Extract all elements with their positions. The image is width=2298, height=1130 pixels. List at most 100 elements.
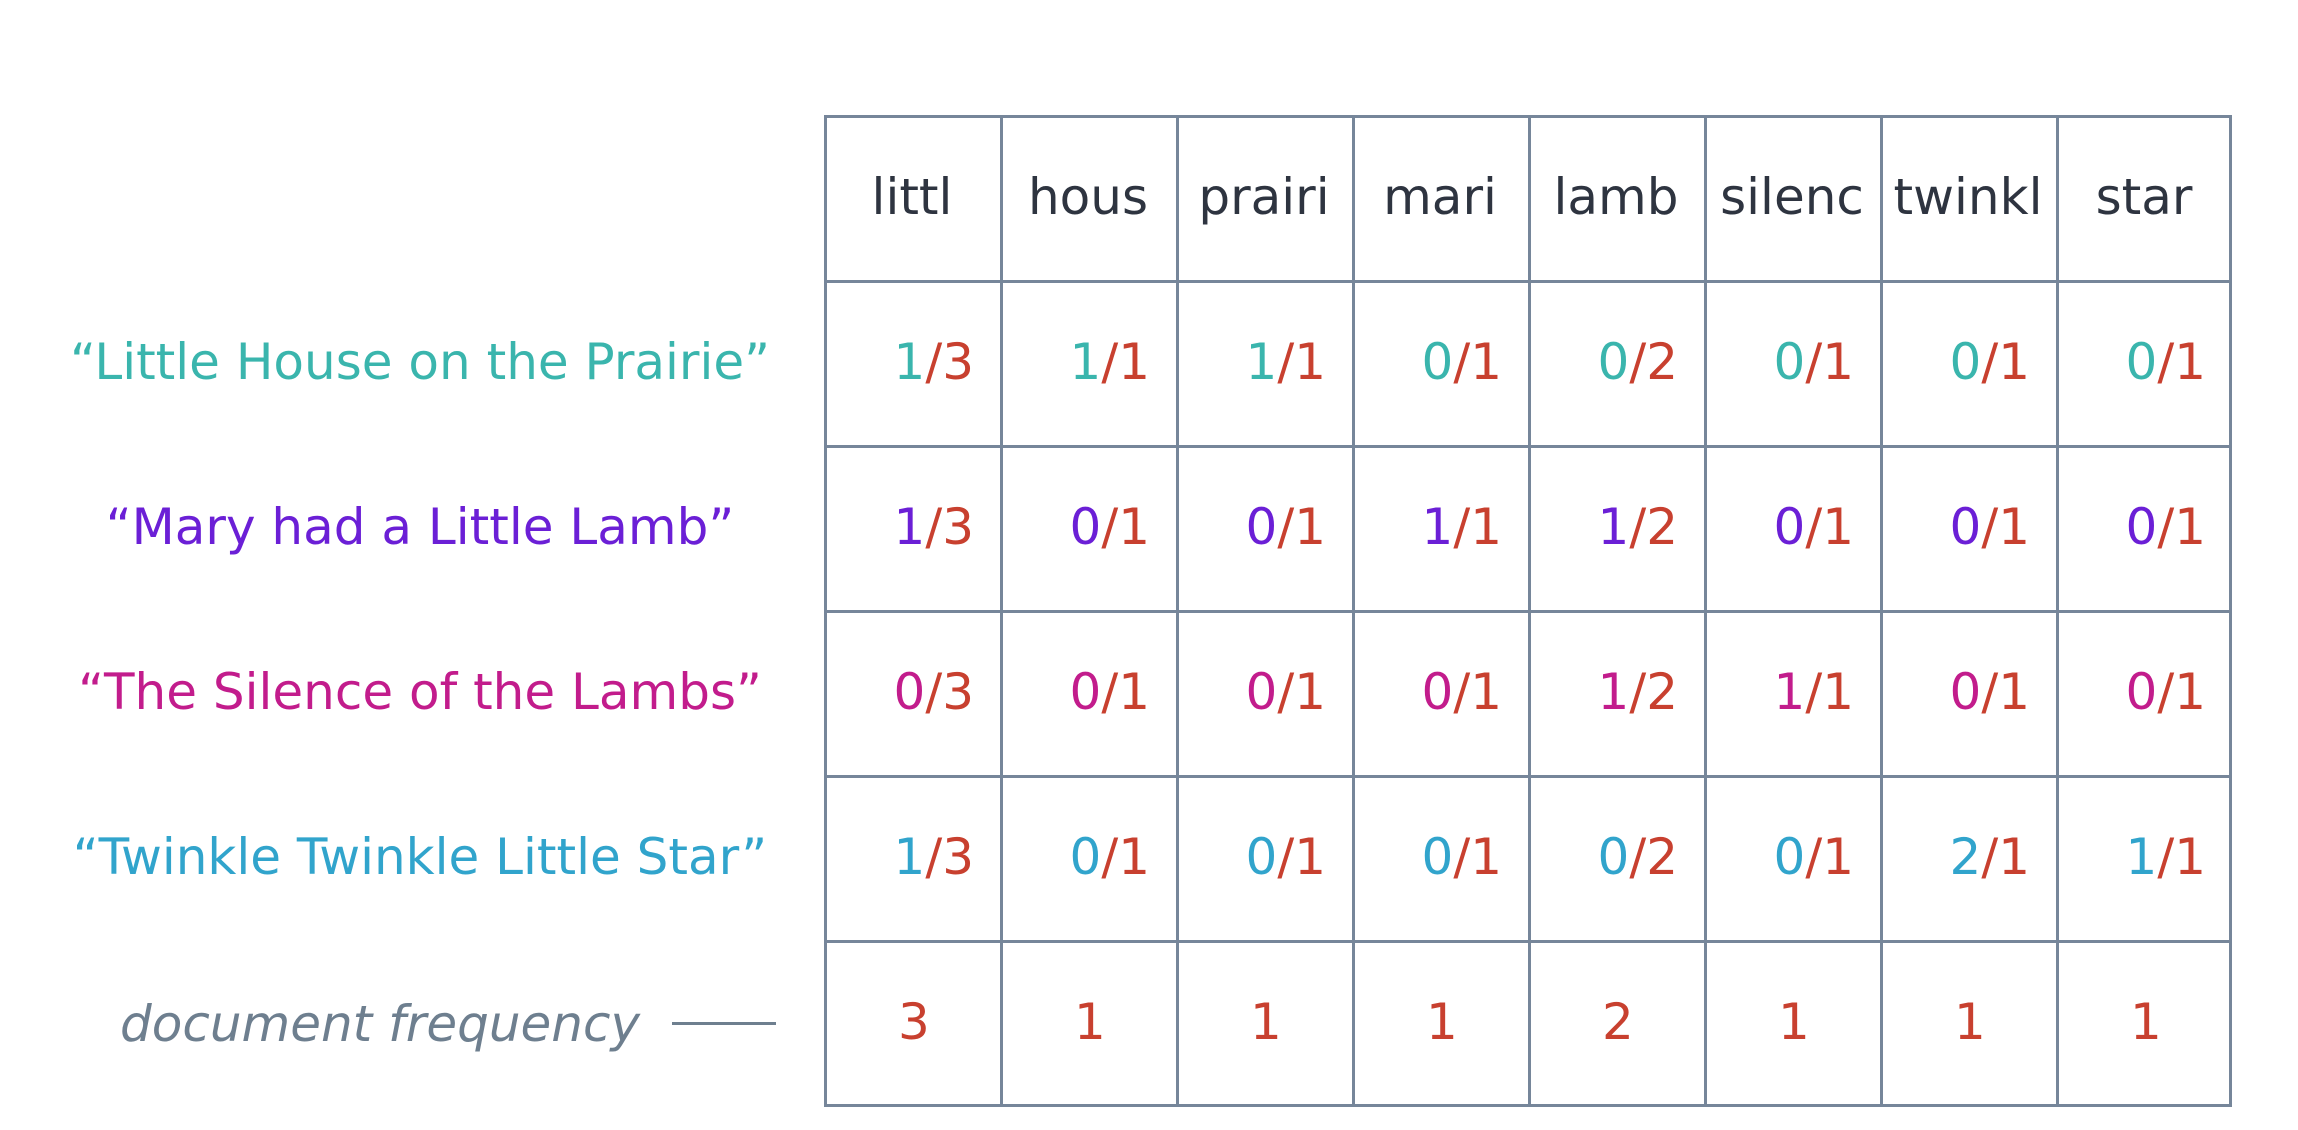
fraction-slash: /: [1805, 828, 1823, 886]
tf-cell: 1/2: [1528, 445, 1704, 610]
tf-count: 1: [893, 498, 926, 556]
tf-count: 0: [1773, 333, 1806, 391]
tf-cell: 0/1: [1352, 280, 1528, 445]
fraction-slash: /: [1101, 498, 1119, 556]
tf-count: 1: [1421, 498, 1454, 556]
fraction-slash: /: [2157, 828, 2175, 886]
tf-count: 2: [1949, 828, 1982, 886]
document-frequency-value: 1: [1250, 993, 1282, 1051]
fraction-slash: /: [1981, 828, 1999, 886]
df-denominator: 1: [1998, 663, 2030, 721]
tf-cell: 0/1: [1000, 610, 1176, 775]
term-header-silenc: silenc: [1720, 168, 1864, 226]
df-denominator: 1: [1470, 498, 1502, 556]
fraction-slash: /: [1277, 333, 1295, 391]
df-denominator: 1: [1118, 828, 1150, 886]
df-denominator: 2: [1646, 333, 1678, 391]
df-denominator: 1: [2174, 663, 2206, 721]
df-denominator: 1: [1998, 828, 2030, 886]
df-denominator: 1: [1294, 828, 1326, 886]
df-denominator: 1: [1470, 828, 1502, 886]
tf-cell: 0/1: [1176, 610, 1352, 775]
df-denominator: 1: [2174, 828, 2206, 886]
tf-count: 0: [1597, 828, 1630, 886]
fraction-slash: /: [1629, 828, 1647, 886]
df-denominator: 2: [1646, 828, 1678, 886]
tf-count: 1: [1597, 498, 1630, 556]
tf-cell: 0/1: [1704, 445, 1880, 610]
document-frequency-value: 1: [2130, 993, 2162, 1051]
fraction-slash: /: [1453, 663, 1471, 721]
fraction-slash: /: [1629, 663, 1647, 721]
document-frequency-value: 1: [1074, 993, 1106, 1051]
fraction-slash: /: [1101, 333, 1119, 391]
fraction-slash: /: [1277, 828, 1295, 886]
tf-count: 0: [1949, 663, 1982, 721]
tf-cell: 0/1: [1176, 775, 1352, 940]
df-denominator: 1: [1822, 663, 1854, 721]
fraction-slash: /: [1981, 498, 1999, 556]
fraction-slash: /: [1805, 663, 1823, 721]
tf-cell: 2/1: [1880, 775, 2056, 940]
document-title: “Mary had a Little Lamb”: [105, 498, 735, 556]
fraction-slash: /: [1277, 498, 1295, 556]
df-denominator: 1: [1294, 333, 1326, 391]
tf-cell: 1/1: [1352, 445, 1528, 610]
df-denominator: 1: [1118, 498, 1150, 556]
tf-count: 1: [1773, 663, 1806, 721]
fraction-slash: /: [1981, 663, 1999, 721]
fraction-slash: /: [925, 498, 943, 556]
tf-count: 0: [1245, 663, 1278, 721]
tf-count: 0: [2125, 333, 2158, 391]
tf-count: 0: [1069, 828, 1102, 886]
fraction-slash: /: [1453, 498, 1471, 556]
tf-count: 0: [1069, 663, 1102, 721]
df-denominator: 3: [942, 828, 974, 886]
tf-count: 1: [1245, 333, 1278, 391]
term-header-lamb: lamb: [1553, 168, 1679, 226]
tf-cell: 1/2: [1528, 610, 1704, 775]
tf-cell: 1/3: [824, 775, 1000, 940]
fraction-slash: /: [925, 333, 943, 391]
df-denominator: 1: [1118, 333, 1150, 391]
fraction-slash: /: [1277, 663, 1295, 721]
tf-cell: 0/1: [1880, 610, 2056, 775]
tf-cell: 1/1: [1704, 610, 1880, 775]
fraction-slash: /: [2157, 663, 2175, 721]
tf-cell: 0/3: [824, 610, 1000, 775]
term-header-littl: littl: [871, 168, 953, 226]
tf-count: 1: [893, 828, 926, 886]
tf-cell: 1/3: [824, 280, 1000, 445]
tf-count: 1: [893, 333, 926, 391]
tf-count: 0: [1773, 828, 1806, 886]
document-frequency-value: 3: [898, 993, 930, 1051]
fraction-slash: /: [925, 663, 943, 721]
tf-cell: 0/1: [1704, 280, 1880, 445]
fraction-slash: /: [1629, 498, 1647, 556]
document-frequency-value: 1: [1954, 993, 1986, 1051]
tf-cell: 1/1: [1000, 280, 1176, 445]
tf-count: 0: [1421, 333, 1454, 391]
fraction-slash: /: [2157, 498, 2175, 556]
df-denominator: 1: [1470, 333, 1502, 391]
tf-count: 0: [1773, 498, 1806, 556]
tf-cell: 0/1: [2056, 610, 2232, 775]
fraction-slash: /: [1101, 828, 1119, 886]
tf-count: 0: [1245, 828, 1278, 886]
tf-cell: 0/1: [1880, 445, 2056, 610]
fraction-slash: /: [925, 828, 943, 886]
document-frequency-connector: [672, 1022, 776, 1025]
df-denominator: 1: [1998, 333, 2030, 391]
df-denominator: 1: [1470, 663, 1502, 721]
term-header-mari: mari: [1383, 168, 1497, 226]
document-title: “Little House on the Prairie”: [69, 333, 771, 391]
tf-cell: 0/2: [1528, 280, 1704, 445]
fraction-slash: /: [2157, 333, 2175, 391]
df-denominator: 1: [1294, 498, 1326, 556]
tf-count: 0: [1069, 498, 1102, 556]
tf-cell: 0/1: [1000, 775, 1176, 940]
term-header-prairi: prairi: [1198, 168, 1330, 226]
tf-count: 0: [2125, 498, 2158, 556]
tf-count: 1: [1597, 663, 1630, 721]
fraction-slash: /: [1453, 828, 1471, 886]
